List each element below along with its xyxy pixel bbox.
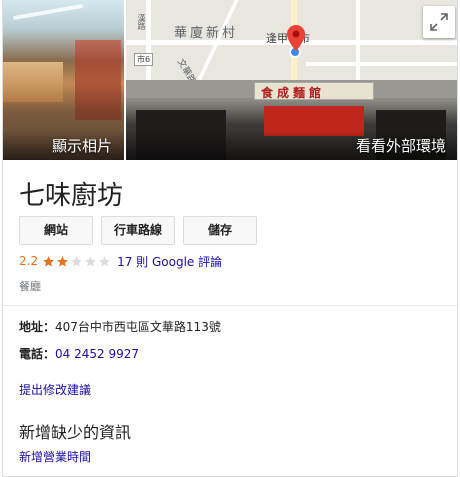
rating-stars	[42, 255, 112, 268]
map-road	[146, 0, 151, 80]
rating-row: 2.2 17 則 Google 評論	[19, 253, 222, 269]
phone-label: 電話：	[19, 347, 56, 361]
storefront-sign: 食成麵館	[254, 82, 374, 100]
star-empty-icon	[71, 255, 83, 267]
missing-info-heading: 新增缺少的資訊	[19, 423, 132, 442]
business-name: 七味廚坊	[19, 181, 124, 211]
expand-map-button[interactable]	[423, 6, 455, 38]
interior-photo[interactable]: 顯示相片	[3, 0, 124, 160]
map-route-label: 市6	[134, 53, 154, 66]
star-empty-icon	[99, 255, 111, 267]
section-divider	[3, 305, 457, 306]
address-value: 407台中市西屯區文華路113號	[55, 320, 221, 334]
map-district-label: 華廈新村	[174, 26, 239, 41]
ceiling-light	[13, 3, 83, 21]
address-row: 地址：407台中市西屯區文華路113號	[19, 318, 221, 335]
map-thumbnail[interactable]: 華廈新村 文華路 漢路 市6 逢甲夜市	[126, 0, 457, 80]
directions-button[interactable]: 行車路線	[101, 216, 175, 245]
rating-value: 2.2	[19, 254, 39, 268]
map-vertical-street-label: 漢路	[137, 14, 146, 30]
display-counter	[3, 62, 63, 102]
knowledge-panel: 顯示相片 華廈新村 文華路 漢路 市6 逢甲夜市	[2, 0, 458, 477]
star-empty-icon	[85, 255, 97, 267]
star-filled-icon	[57, 255, 69, 267]
address-label: 地址：	[19, 320, 56, 334]
star-filled-icon	[43, 255, 55, 267]
phone-row: 電話：04 2452 9927	[19, 345, 139, 362]
save-button[interactable]: 儲存	[183, 216, 257, 245]
photo-strip: 顯示相片 華廈新村 文華路 漢路 市6 逢甲夜市	[3, 0, 457, 160]
show-photos-caption: 顯示相片	[52, 137, 113, 155]
storefront-sign-text: 食成麵館	[261, 86, 326, 100]
reviews-link[interactable]: 17 則 Google 評論	[117, 253, 222, 270]
street-view-caption: 看看外部環境	[356, 137, 447, 155]
menu-board	[75, 40, 121, 120]
expand-icon	[430, 13, 448, 31]
business-category: 餐廳	[19, 280, 41, 293]
map-road	[356, 0, 360, 80]
suggest-edit-link[interactable]: 提出修改建議	[19, 381, 91, 398]
phone-link[interactable]: 04 2452 9927	[55, 347, 139, 361]
map-road	[306, 62, 457, 66]
location-pin-icon	[287, 25, 305, 51]
website-button[interactable]: 網站	[19, 216, 93, 245]
add-hours-link[interactable]: 新增營業時間	[19, 448, 91, 465]
